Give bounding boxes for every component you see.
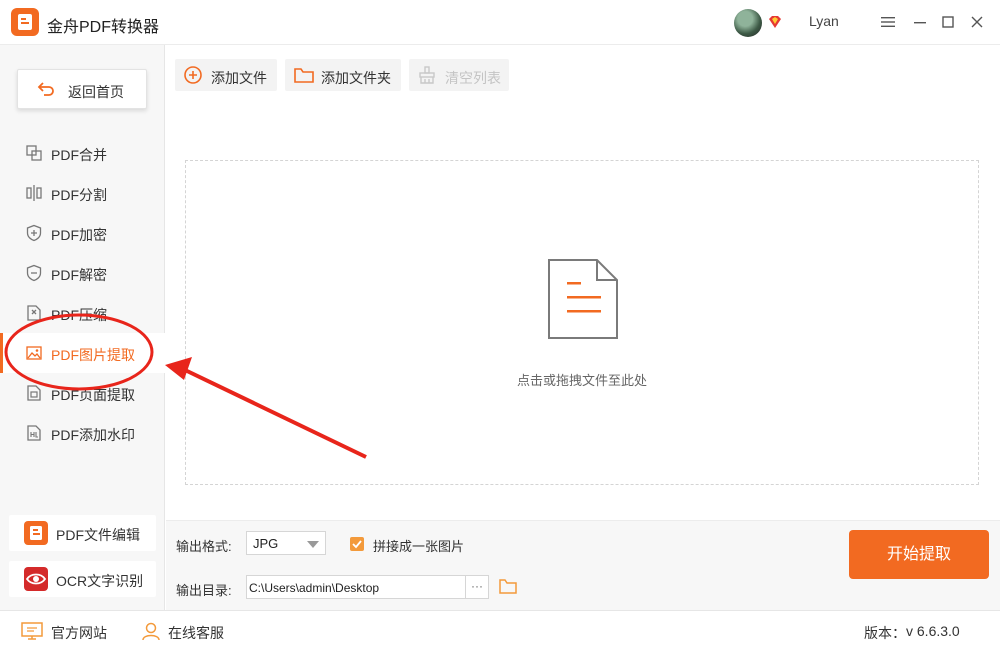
file-drop-zone[interactable]: 点击或拖拽文件至此处 xyxy=(185,160,979,485)
add-folder-label: 添加文件夹 xyxy=(321,70,391,86)
status-bar: 官方网站 在线客服 版本： v 6.6.3.0 xyxy=(0,610,1000,650)
merge-images-label[interactable]: 拼接成一张图片 xyxy=(373,536,464,555)
add-file-button[interactable]: 添加文件 xyxy=(175,59,277,91)
sidebar-item-label: PDF合并 xyxy=(51,147,107,163)
sidebar-item-pdf-decrypt[interactable]: PDF解密 xyxy=(0,253,165,293)
sidebar-item-label: PDF加密 xyxy=(51,227,107,243)
compress-icon xyxy=(27,305,41,321)
ocr-eye-icon xyxy=(24,567,48,591)
output-dir-value: C:\Users\admin\Desktop xyxy=(249,581,380,595)
sidebar-item-label: PDF解密 xyxy=(51,267,107,283)
back-home-label: 返回首页 xyxy=(68,84,124,100)
pdf-edit-button[interactable]: PDF文件编辑 xyxy=(9,515,156,551)
output-format-select[interactable]: JPG xyxy=(246,531,326,555)
broom-icon xyxy=(419,66,435,84)
ocr-label: OCR文字识别 xyxy=(56,573,144,589)
chevron-down-icon xyxy=(307,541,319,548)
browse-button[interactable]: ··· xyxy=(465,575,489,599)
back-home-button[interactable]: 返回首页 xyxy=(17,69,147,109)
pdf-edit-icon xyxy=(24,521,48,545)
sidebar-item-pdf-merge[interactable]: PDF合并 xyxy=(0,133,165,173)
image-icon xyxy=(26,346,42,360)
sidebar-item-pdf-watermark[interactable]: PDF添加水印 xyxy=(0,413,165,453)
sidebar-item-pdf-encrypt[interactable]: PDF加密 xyxy=(0,213,165,253)
maximize-icon[interactable] xyxy=(938,12,958,32)
version-label: 版本： xyxy=(864,625,906,641)
monitor-icon xyxy=(21,622,43,640)
page-icon xyxy=(27,385,41,401)
clear-list-button[interactable]: 清空列表 xyxy=(409,59,509,91)
checkmark-icon xyxy=(352,540,362,549)
sidebar-item-pdf-image-extract[interactable]: PDF图片提取 xyxy=(0,333,165,373)
sidebar-item-pdf-compress[interactable]: PDF压缩 xyxy=(0,293,165,333)
open-folder-icon[interactable] xyxy=(498,577,518,595)
avatar[interactable] xyxy=(734,9,762,37)
add-file-label: 添加文件 xyxy=(211,70,267,86)
menu-icon[interactable] xyxy=(878,12,898,32)
clear-list-label: 清空列表 xyxy=(445,70,501,86)
shield-lock-icon xyxy=(26,224,42,242)
sidebar-item-label: PDF分割 xyxy=(51,187,107,203)
sidebar: 返回首页 PDF合并 PDF分割 PDF加密 PDF解密 PDF压缩 PDF图片… xyxy=(0,45,165,610)
drop-hint-text: 点击或拖拽文件至此处 xyxy=(516,373,647,388)
version-value: v 6.6.3.0 xyxy=(906,623,960,639)
title-bar: 金舟PDF转换器 Lyan xyxy=(0,0,1000,45)
folder-icon xyxy=(294,68,314,83)
add-folder-button[interactable]: 添加文件夹 xyxy=(285,59,401,91)
plus-circle-icon xyxy=(184,66,202,84)
start-extract-button[interactable]: 开始提取 xyxy=(849,530,989,579)
merge-images-checkbox[interactable] xyxy=(350,537,364,551)
app-title: 金舟PDF转换器 xyxy=(47,19,160,36)
merge-icon xyxy=(26,145,42,161)
sidebar-item-label: PDF图片提取 xyxy=(51,347,135,363)
back-arrow-icon xyxy=(37,82,54,96)
output-format-value: JPG xyxy=(253,536,279,551)
sidebar-item-pdf-split[interactable]: PDF分割 xyxy=(0,173,165,213)
app-window: 金舟PDF转换器 Lyan 返回首页 PDF合并 PDF分割 PDF加密 PDF… xyxy=(0,0,1000,650)
minimize-icon[interactable] xyxy=(910,12,930,32)
support-agent-icon xyxy=(142,622,160,641)
sidebar-item-label: PDF添加水印 xyxy=(51,427,135,443)
vip-diamond-icon[interactable] xyxy=(767,14,783,30)
app-logo-icon xyxy=(11,8,39,36)
document-icon xyxy=(548,259,618,339)
close-icon[interactable] xyxy=(967,12,987,32)
sidebar-item-pdf-page-extract[interactable]: PDF页面提取 xyxy=(0,373,165,413)
output-dir-label: 输出目录: xyxy=(176,583,232,598)
split-icon xyxy=(26,185,42,201)
output-dir-field[interactable]: C:\Users\admin\Desktop xyxy=(246,575,466,599)
pdf-edit-label: PDF文件编辑 xyxy=(56,527,140,543)
ocr-button[interactable]: OCR文字识别 xyxy=(9,561,156,597)
output-format-label: 输出格式: xyxy=(176,539,232,554)
online-support-link[interactable]: 在线客服 xyxy=(168,623,224,643)
sidebar-item-label: PDF页面提取 xyxy=(51,387,135,403)
watermark-icon xyxy=(27,425,41,441)
official-website-link[interactable]: 官方网站 xyxy=(51,623,107,643)
shield-unlock-icon xyxy=(26,264,42,282)
username[interactable]: Lyan xyxy=(809,13,839,29)
sidebar-item-label: PDF压缩 xyxy=(51,307,107,323)
